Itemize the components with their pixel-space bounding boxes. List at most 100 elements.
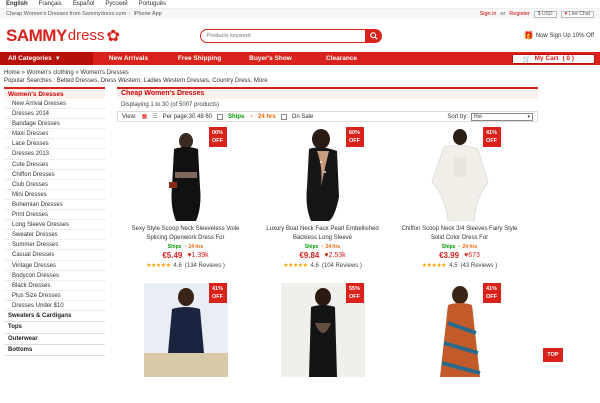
sidebar-subcategory[interactable]: New Arrival Dresses xyxy=(4,99,105,110)
live-chat-button[interactable]: ♥ Live Chat xyxy=(560,10,594,18)
sidebar-category[interactable]: Tops xyxy=(4,322,105,334)
sidebar-subcategory[interactable]: Maxi Dresses xyxy=(4,129,105,140)
all-categories-menu[interactable]: All Categories ▼ xyxy=(0,52,93,65)
search-button[interactable] xyxy=(365,28,382,43)
search-input[interactable] xyxy=(199,28,366,43)
discount-percent: 41% xyxy=(485,130,497,136)
hrs-label: 24 hrs xyxy=(257,113,276,120)
product-image[interactable]: 00% OFF xyxy=(143,127,228,221)
sidebar-category[interactable]: Sweaters & Cardigans xyxy=(4,311,105,323)
sidebar-subcategory[interactable]: Bandage Dresses xyxy=(4,119,105,130)
rating-stars-icon: ★★★★★ xyxy=(146,263,171,269)
product-card[interactable]: 55% OFF xyxy=(254,283,391,377)
sidebar-subcategory[interactable]: Plus Size Dresses xyxy=(4,291,105,301)
review-count[interactable]: (43 Reviews ) xyxy=(461,263,498,269)
clock-icon: ◔ xyxy=(457,243,461,250)
sidebar-subcategory[interactable]: Lace Dresses xyxy=(4,139,105,150)
site-header: SAMMY dress ✿ 🎁 Now Sign Up 10% Off xyxy=(0,19,600,52)
discount-percent: 41% xyxy=(211,286,223,292)
sidebar-subcategory[interactable]: Print Dresses xyxy=(4,210,105,221)
sidebar-subcategory[interactable]: Sweater Dresses xyxy=(4,230,105,241)
sidebar-subcategory[interactable]: Bohemian Dresses xyxy=(4,200,105,211)
sidebar-subcategory[interactable]: Dresses 2014 xyxy=(4,109,105,120)
currency-select[interactable]: $ USD xyxy=(533,10,557,18)
review-count[interactable]: (104 Reviews ) xyxy=(322,263,362,269)
nav-buyers-show[interactable]: Buyer's Show xyxy=(235,55,306,62)
grid-view-icon[interactable]: ▦ xyxy=(142,113,148,120)
sidebar-subcategory[interactable]: Black Dresses xyxy=(4,281,105,291)
sidebar-category[interactable]: Bottoms xyxy=(4,345,105,357)
iphone-app-link[interactable]: iPhone App xyxy=(134,11,162,17)
gift-icon: 🎁 xyxy=(523,31,534,40)
sidebar-category[interactable]: Outerwear xyxy=(4,334,105,345)
lang-english[interactable]: English xyxy=(6,1,28,7)
product-card[interactable]: 41% OFF Chiffon Scoop Neck 3/4 Sleeves Fai… xyxy=(391,127,528,270)
product-card[interactable]: 60% OFF Luxury Boat Neck Faux Pearl Embell… xyxy=(254,127,391,270)
product-card[interactable]: 41% OFF xyxy=(117,283,254,377)
breadcrumb[interactable]: Home » Women's clothing » Women's Dresse… xyxy=(0,65,600,77)
like-button[interactable]: ♥2.53k xyxy=(324,252,345,259)
or-text: or xyxy=(500,11,506,17)
ships-checkbox[interactable] xyxy=(217,113,224,120)
nav-clearance[interactable]: Clearance xyxy=(306,55,377,62)
nav-free-shipping[interactable]: Free Shipping xyxy=(164,55,235,62)
cart-button[interactable]: 🛒 My Cart ( 0 ) xyxy=(511,53,595,64)
like-button[interactable]: ♥673 xyxy=(464,252,480,259)
search-icon xyxy=(370,31,378,40)
sidebar-subcategory[interactable]: Chiffon Dresses xyxy=(4,170,105,180)
cart-count: ( 0 ) xyxy=(562,55,574,62)
cart-icon: 🛒 xyxy=(522,55,531,63)
list-view-icon[interactable]: ☰ xyxy=(152,113,157,120)
product-image[interactable]: 41% OFF xyxy=(143,283,228,377)
discount-badge: 41% OFF xyxy=(482,283,501,303)
sidebar-subcategory[interactable]: Cute Dresses xyxy=(4,160,105,170)
lang-portuguese[interactable]: Português xyxy=(139,1,166,7)
utility-bar: Cheap Women's Dresses from Sammydress.co… xyxy=(0,9,600,19)
category-sidebar: Women's Dresses New Arrival Dresses Dress… xyxy=(4,87,105,377)
sign-in-link[interactable]: Sign in xyxy=(480,11,497,17)
product-name[interactable]: Luxury Boat Neck Faux Pearl Embellished … xyxy=(263,225,383,243)
product-card[interactable]: 41% OFF xyxy=(391,283,528,377)
sidebar-subcategory[interactable]: Summer Dresses xyxy=(4,240,105,251)
discount-percent: 41% xyxy=(485,286,497,292)
sammydress-logo[interactable]: SAMMY dress ✿ xyxy=(6,26,120,46)
sidebar-subcategory[interactable]: Long Sleeve Dresses xyxy=(4,220,105,231)
chevron-down-icon: ▼ xyxy=(54,55,61,62)
product-name[interactable]: Chiffon Scoop Neck 3/4 Sleeves Fairy Sty… xyxy=(400,225,520,243)
product-image[interactable]: 60% OFF xyxy=(280,127,365,221)
product-count: Displaying 1 to 30 (of 5007 products) xyxy=(121,102,220,108)
promo-text: Now Sign Up 10% Off xyxy=(535,32,594,39)
lang-french[interactable]: Français xyxy=(39,1,62,7)
sidebar-subcategory[interactable]: Vintage Dresses xyxy=(4,261,105,271)
like-button[interactable]: ♥1.39k xyxy=(187,252,208,259)
discount-percent: 55% xyxy=(348,286,360,292)
product-card[interactable]: 00% OFF Sexy Style Scoop Neck Sleeveless V… xyxy=(117,127,254,270)
on-sale-checkbox[interactable] xyxy=(280,113,287,120)
per-page-options[interactable]: Per page:30 48 60 xyxy=(163,114,212,120)
sidebar-subcategory[interactable]: Dresses Under $10 xyxy=(4,301,105,311)
back-to-top-button[interactable]: TOP xyxy=(543,348,563,362)
ships-label: Ships xyxy=(228,113,245,120)
sidebar-subcategory[interactable]: Mini Dresses xyxy=(4,190,105,200)
lang-russian[interactable]: Русский xyxy=(105,1,127,7)
nav-new-arrivals[interactable]: New Arrivals xyxy=(93,55,164,62)
discount-badge: 55% OFF xyxy=(345,283,364,303)
sort-select[interactable]: Hot ▾ xyxy=(471,112,533,121)
clock-icon: ◔ xyxy=(320,243,324,250)
sidebar-subcategory[interactable]: Bodycon Dresses xyxy=(4,271,105,281)
product-image[interactable]: 41% OFF xyxy=(417,283,502,377)
popular-searches[interactable]: Popular Searches : Belted Dresses, Dress… xyxy=(0,77,600,87)
language-bar: English Français Español Русский Portugu… xyxy=(0,0,600,9)
review-count[interactable]: (134 Reviews ) xyxy=(185,263,225,269)
product-image[interactable]: 55% OFF xyxy=(280,283,365,377)
sidebar-subcategory[interactable]: Dresses 2013 xyxy=(4,149,105,160)
sidebar-header[interactable]: Women's Dresses xyxy=(4,87,105,99)
product-image[interactable]: 41% OFF xyxy=(417,127,502,221)
lang-spanish[interactable]: Español xyxy=(73,1,95,7)
signup-promo[interactable]: 🎁 Now Sign Up 10% Off xyxy=(524,31,594,40)
product-name[interactable]: Sexy Style Scoop Neck Sleeveless Voile S… xyxy=(126,225,246,243)
sidebar-subcategory[interactable]: Club Dresses xyxy=(4,180,105,190)
discount-off: OFF xyxy=(349,138,360,144)
register-link[interactable]: Register xyxy=(509,11,529,17)
sidebar-subcategory[interactable]: Casual Dresses xyxy=(4,250,105,261)
